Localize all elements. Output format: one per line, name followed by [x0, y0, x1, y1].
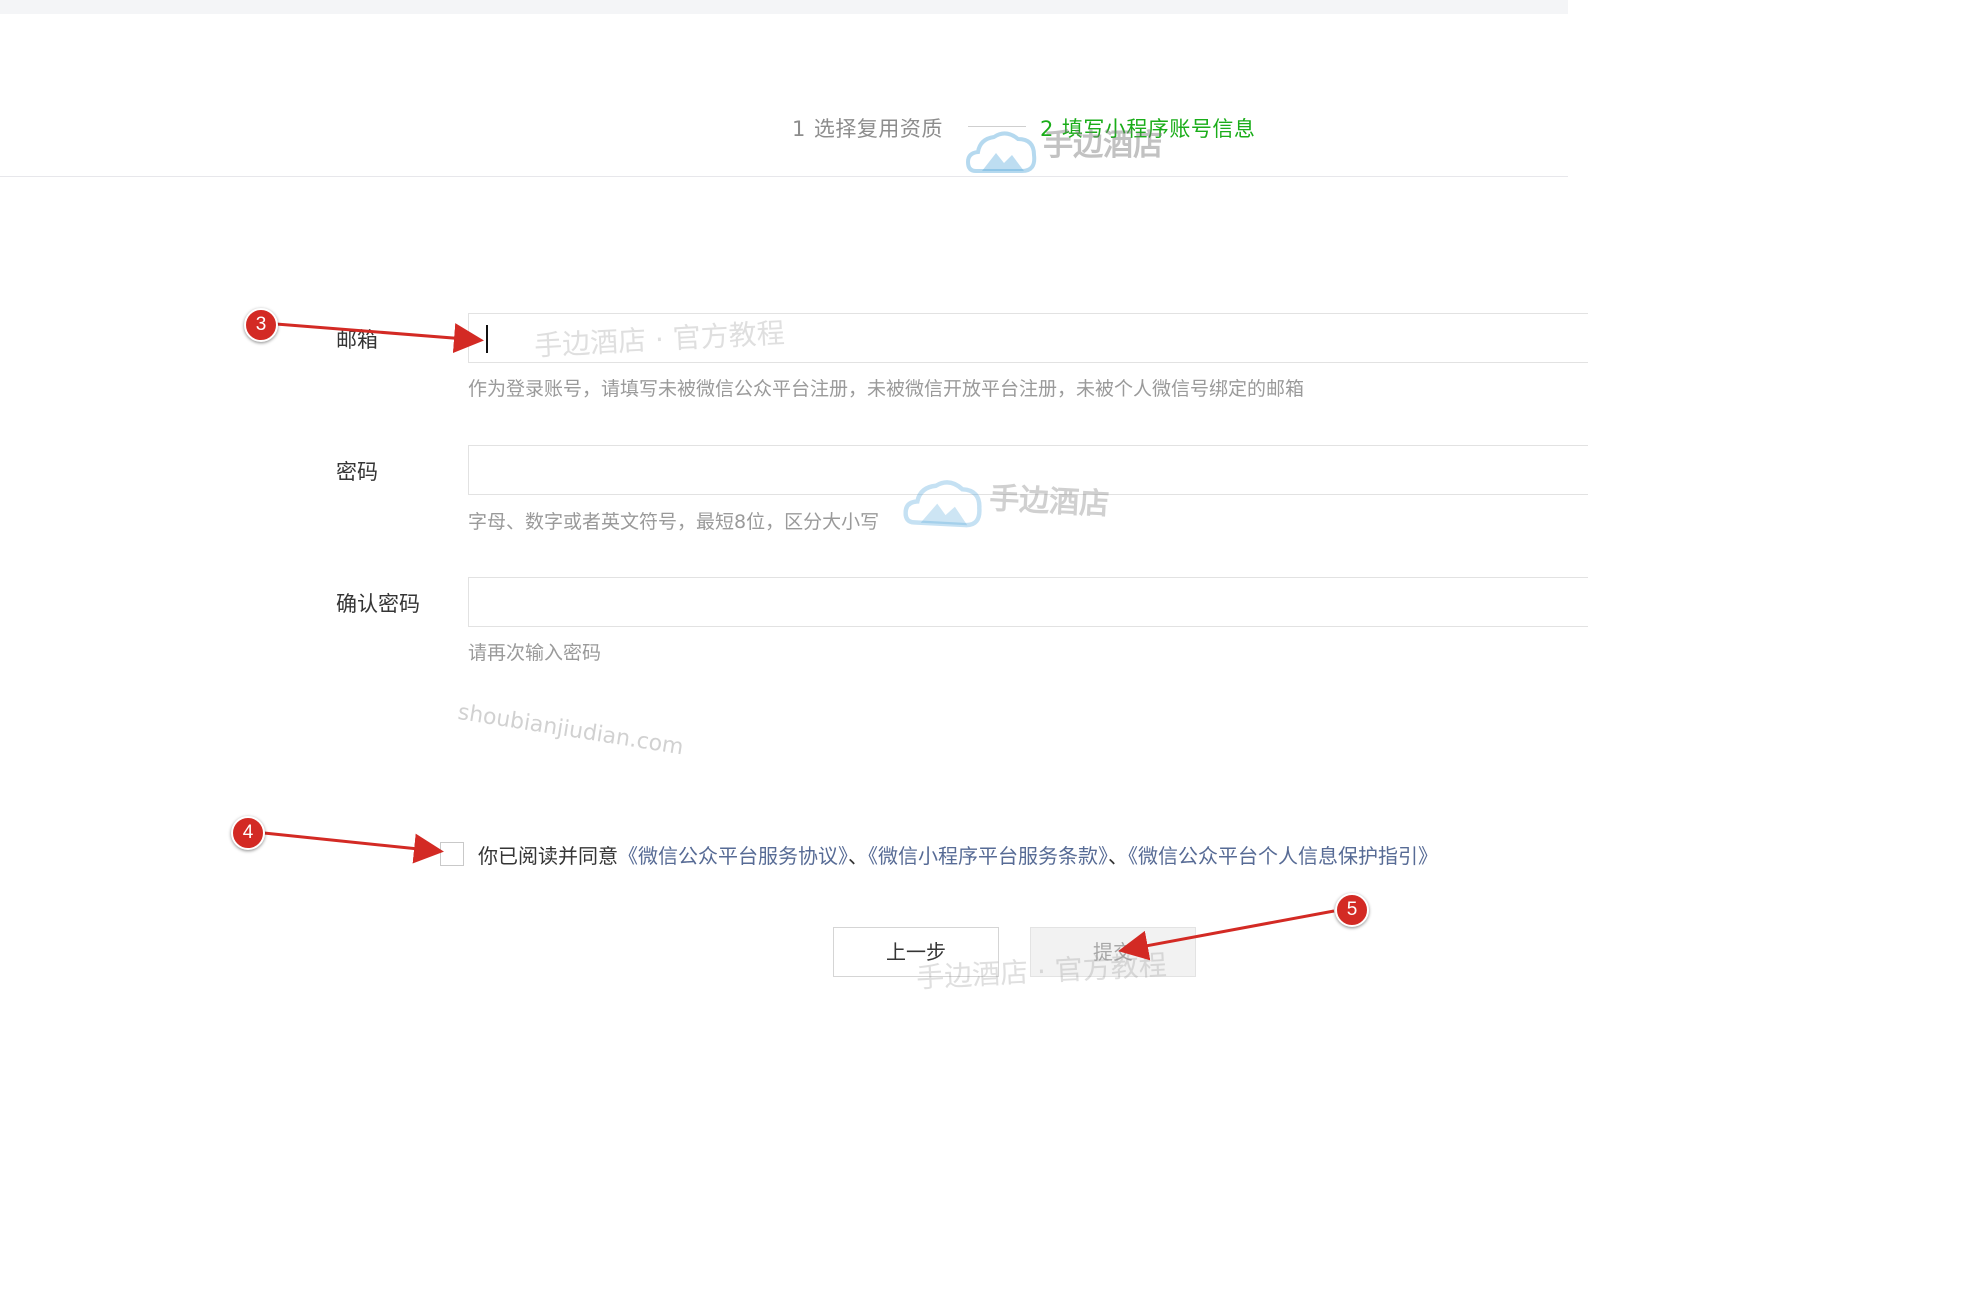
annotation-badge-3: 3 [244, 308, 278, 342]
annotation-badge-4: 4 [231, 816, 265, 850]
arrow-3 [275, 322, 484, 354]
annotation-arrows [263, 322, 1335, 961]
annotation-badge-5: 5 [1335, 893, 1369, 927]
arrow-4 [263, 831, 444, 864]
arrow-5 [1118, 909, 1335, 961]
